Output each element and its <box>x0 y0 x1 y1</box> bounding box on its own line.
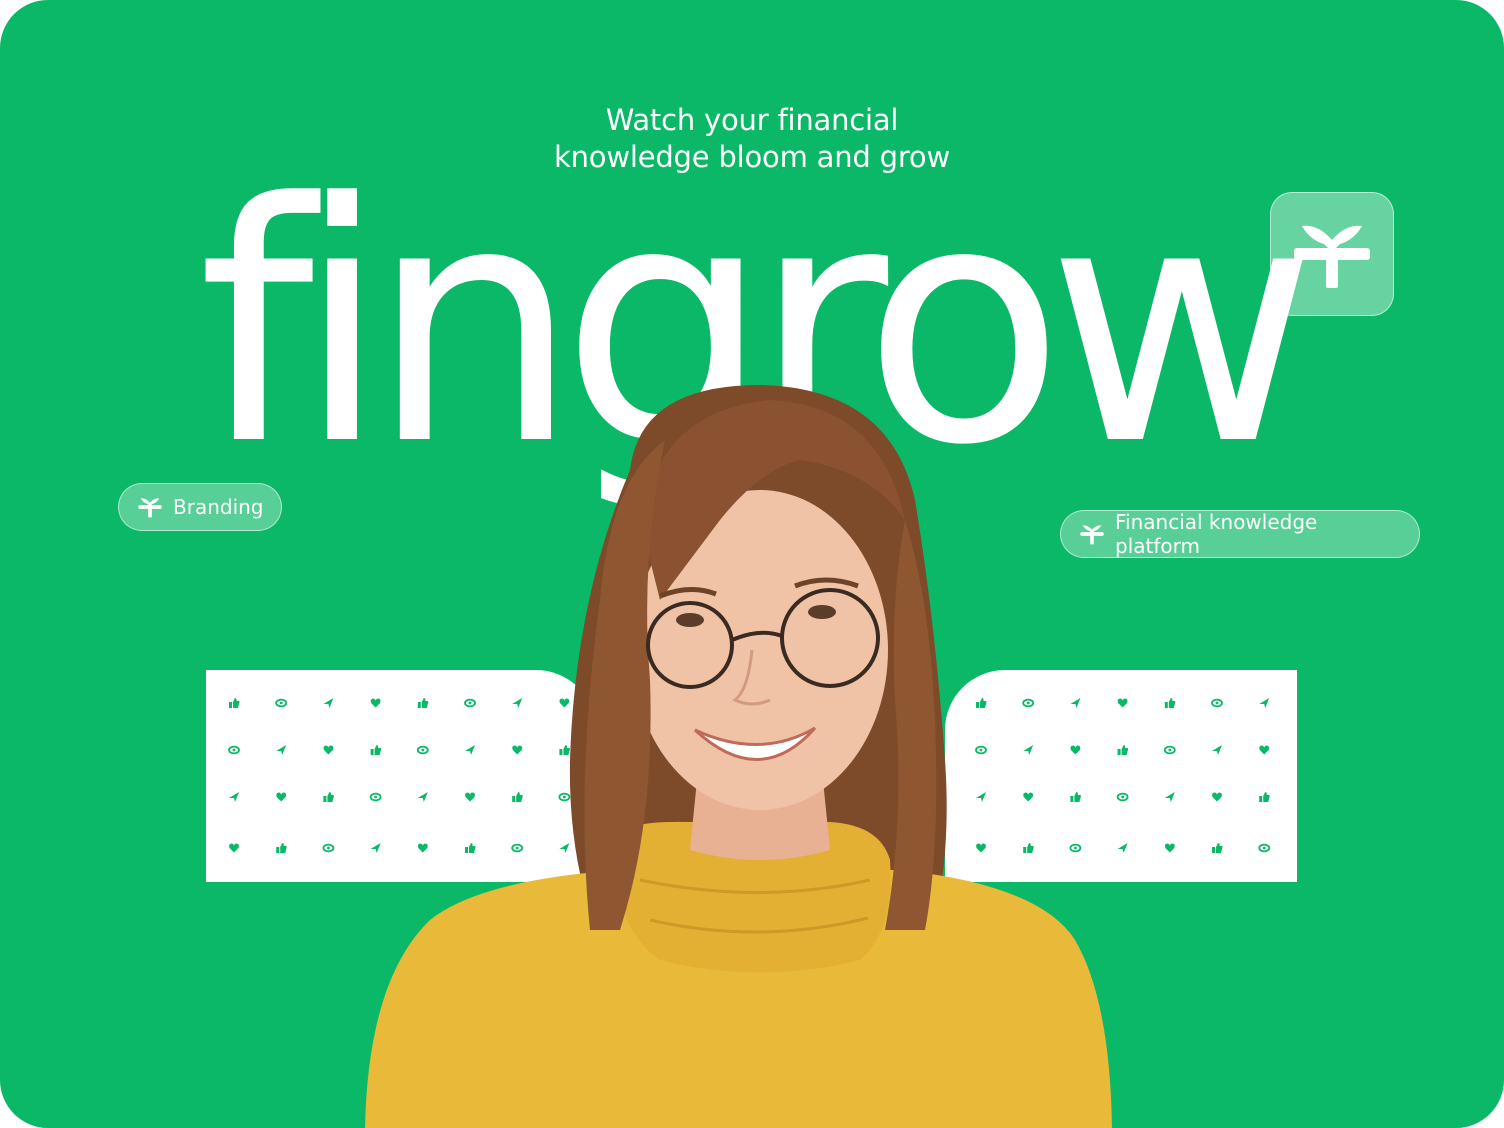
portrait-image <box>365 385 1112 1128</box>
hero-card: Watch your financial knowledge bloom and… <box>0 0 1504 1128</box>
